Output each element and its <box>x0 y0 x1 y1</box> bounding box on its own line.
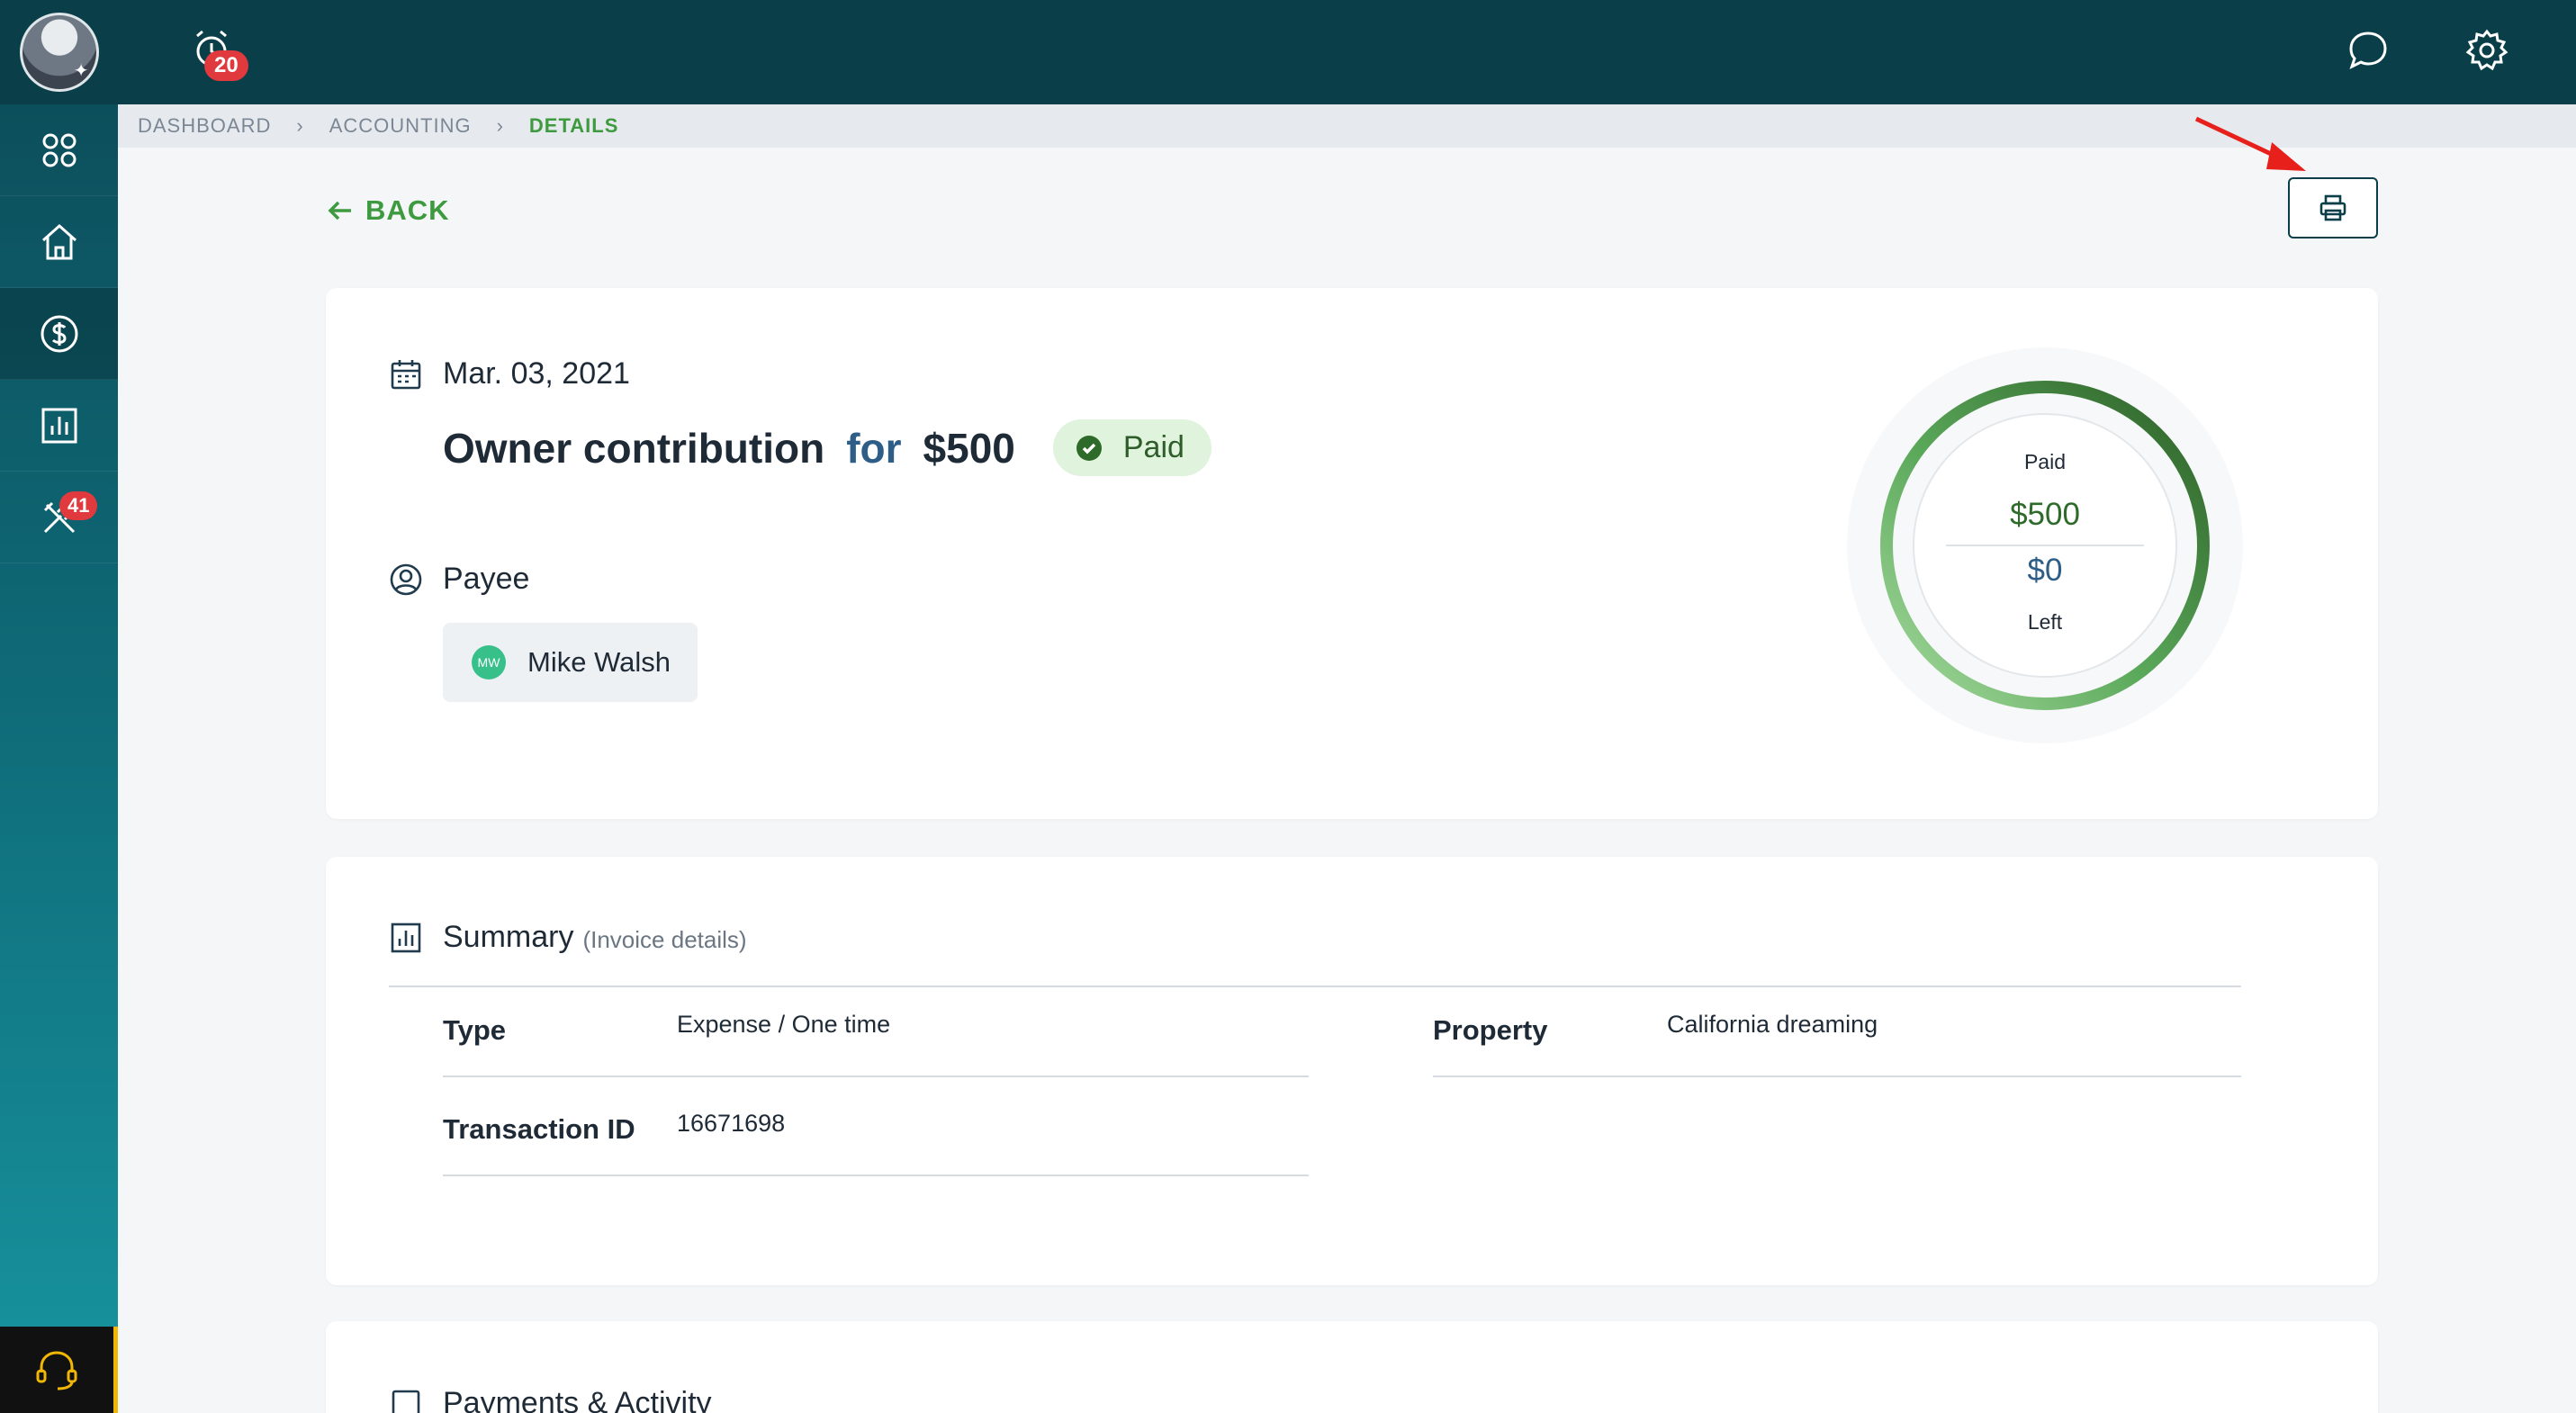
gauge-paid-label: Paid <box>2023 450 2067 473</box>
settings-button[interactable] <box>2462 25 2512 76</box>
arrow-left-icon <box>328 201 351 220</box>
chat-button[interactable] <box>2343 25 2393 76</box>
field-type: Type Expense / One time <box>443 978 1309 1077</box>
payee-heading-text: Payee <box>443 562 530 596</box>
sidebar-item-home[interactable] <box>0 196 118 288</box>
chat-bubble-icon <box>2349 32 2387 69</box>
user-circle-icon <box>390 563 422 595</box>
payment-gauge: Paid $500 $0 Left <box>1847 347 2243 743</box>
chevron-right-icon: › <box>496 114 504 137</box>
sidebar-item-apps[interactable] <box>0 104 118 196</box>
payee-avatar: MW <box>472 645 506 680</box>
user-avatar-area: ✦ <box>0 0 118 104</box>
payments-card: Payments & Activity <box>326 1321 2378 1413</box>
summary-card: Summary (Invoice details) Type Expense /… <box>326 857 2378 1285</box>
payee-heading: Payee <box>389 562 529 597</box>
check-circle-icon <box>1076 435 1102 461</box>
sidebar: ✦ 41 <box>0 0 118 1413</box>
print-button[interactable] <box>2288 177 2378 238</box>
field-property: Property California dreaming <box>1433 978 2241 1077</box>
printer-icon <box>2319 194 2346 221</box>
field-value: Expense / One time <box>677 1011 891 1038</box>
square-icon <box>392 1390 420 1413</box>
reminders-count-badge: 20 <box>204 50 248 81</box>
transaction-type: Owner contribution <box>443 424 825 472</box>
status-text: Paid <box>1122 430 1184 464</box>
top-bar: 20 <box>118 0 2576 104</box>
calendar-icon <box>391 359 421 389</box>
breadcrumb-dashboard[interactable]: DASHBOARD <box>138 114 271 138</box>
field-transaction-id: Transaction ID 16671698 <box>443 1077 1309 1176</box>
field-label: Property <box>1433 1014 1548 1046</box>
annotation-arrow-icon <box>2194 116 2306 171</box>
payee-name: Mike Walsh <box>527 646 671 678</box>
chart-icon <box>41 408 77 443</box>
summary-heading: Summary (Invoice details) <box>389 920 747 955</box>
field-label: Transaction ID <box>443 1113 635 1145</box>
field-value[interactable]: California dreaming <box>1667 1011 1878 1039</box>
sidebar-item-accounting[interactable] <box>0 288 118 380</box>
breadcrumb-accounting[interactable]: ACCOUNTING <box>329 114 472 138</box>
transaction-title: Owner contribution for $500 Paid <box>443 419 1211 476</box>
title-connector: for <box>846 424 902 472</box>
status-badge: Paid <box>1052 419 1211 476</box>
transaction-amount: $500 <box>923 424 1015 472</box>
field-label: Type <box>443 1014 507 1046</box>
headset-icon <box>36 1351 77 1390</box>
payments-title: Payments & Activity <box>443 1386 712 1413</box>
payee-chip[interactable]: MW Mike Walsh <box>443 623 698 702</box>
maintenance-count-badge: 41 <box>59 491 98 520</box>
chevron-right-icon: › <box>296 114 304 137</box>
summary-subtitle: (Invoice details) <box>582 926 747 953</box>
date-text: Mar. 03, 2021 <box>443 356 630 391</box>
apps-grid-icon <box>42 133 76 166</box>
sidebar-item-maintenance[interactable]: 41 <box>0 472 118 563</box>
gear-icon <box>2465 29 2508 71</box>
transaction-card: Mar. 03, 2021 Owner contribution for $50… <box>326 288 2378 819</box>
summary-chart-icon <box>391 922 421 952</box>
breadcrumb-details: DETAILS <box>528 114 619 137</box>
back-label: BACK <box>365 194 450 226</box>
gauge-left-label: Left <box>2027 610 2063 634</box>
payments-heading: Payments & Activity <box>389 1386 712 1413</box>
avatar[interactable]: ✦ <box>19 13 99 92</box>
gauge-left-amount: $0 <box>2027 553 2063 588</box>
home-icon <box>41 223 77 259</box>
dollar-circle-icon <box>41 315 77 352</box>
transaction-date: Mar. 03, 2021 <box>389 356 630 392</box>
back-button[interactable]: BACK <box>326 194 450 227</box>
pin-icon: ✦ <box>73 61 89 81</box>
field-value: 16671698 <box>677 1110 786 1137</box>
support-button[interactable] <box>0 1327 118 1413</box>
gauge-ring <box>1847 347 2243 743</box>
summary-title: Summary <box>443 920 574 954</box>
sidebar-item-reports[interactable] <box>0 380 118 472</box>
gauge-paid-amount: $500 <box>2010 497 2080 532</box>
